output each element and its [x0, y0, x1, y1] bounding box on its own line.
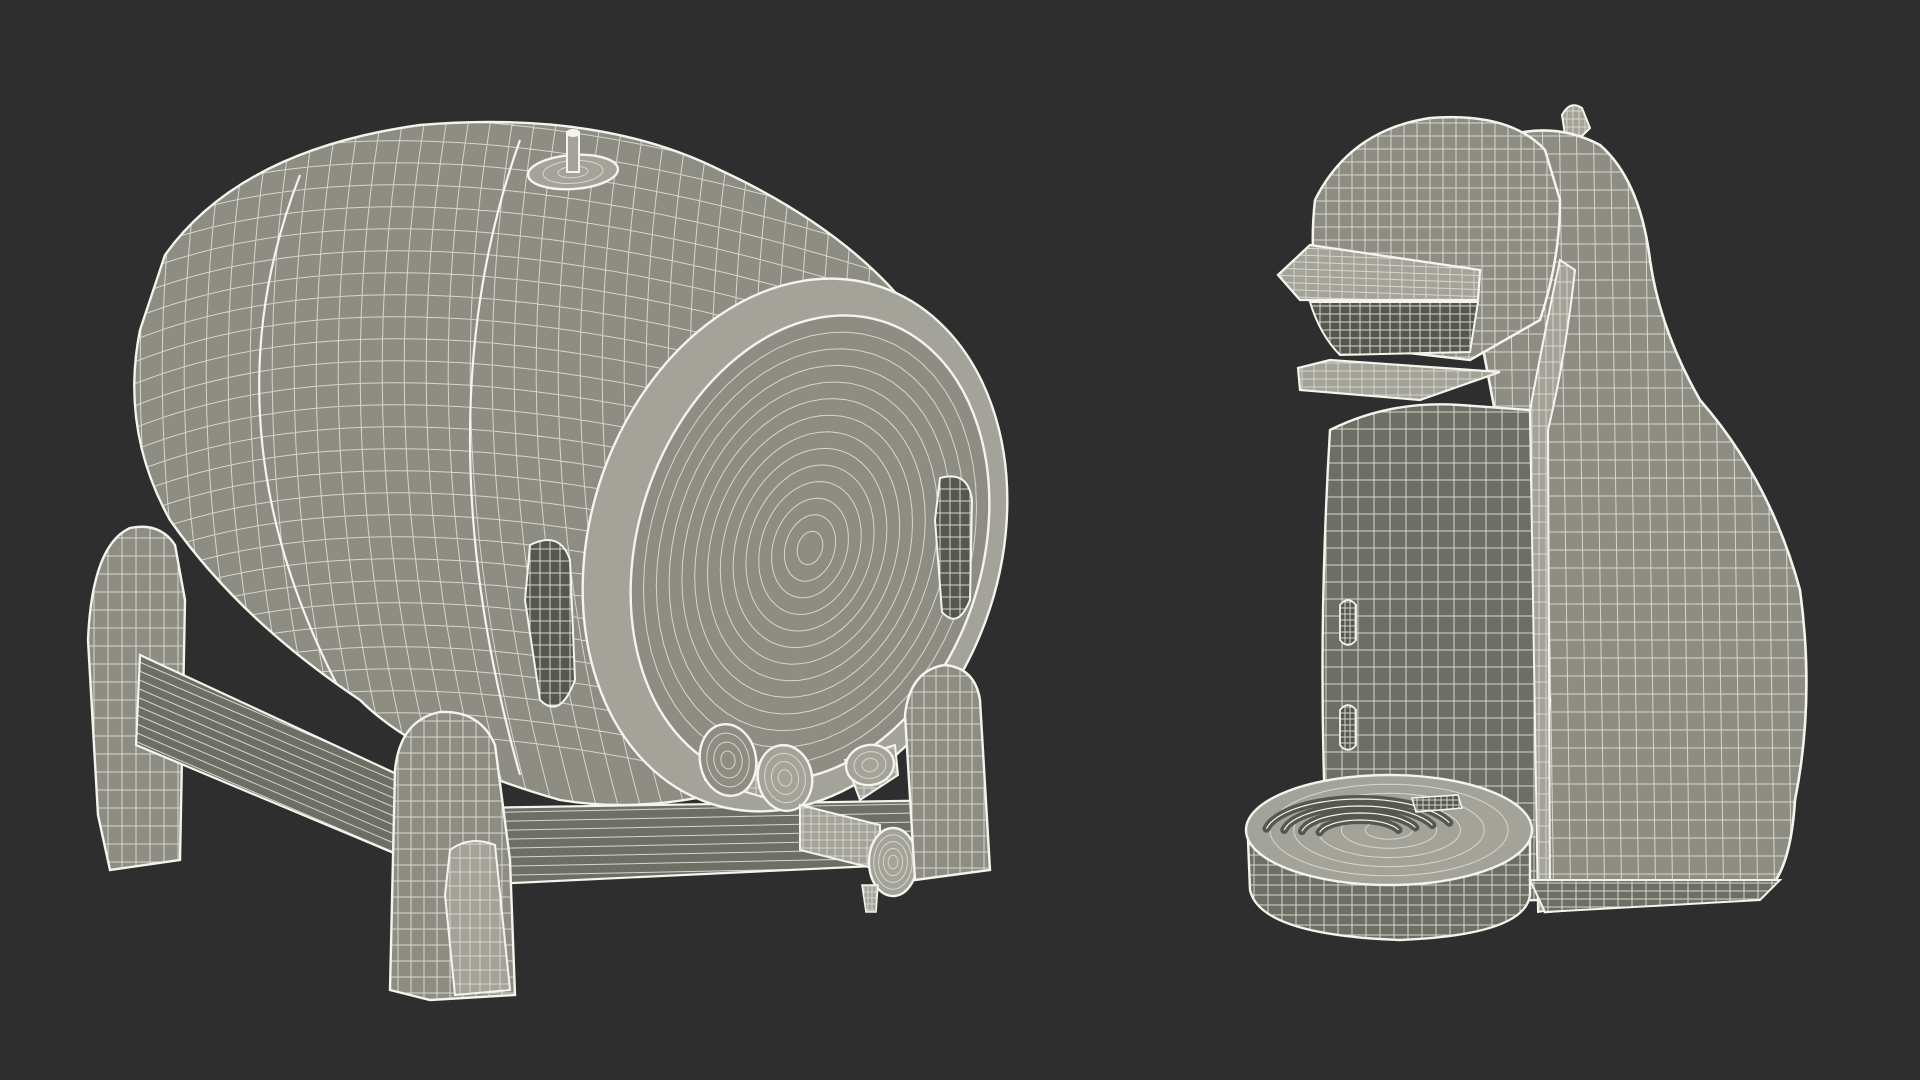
wireframe-scene — [0, 0, 1808, 1002]
coffee-shell-foot — [1528, 879, 1783, 914]
barrel-bung-cap — [566, 129, 580, 137]
render-viewport — [0, 0, 1920, 1080]
stand-front-bracket-right — [903, 663, 992, 882]
coffee-drip-tray — [1244, 773, 1534, 942]
coffee-capsule-holder — [1308, 301, 1480, 357]
barrel-model — [74, 0, 1009, 1002]
spigot-nozzle — [861, 884, 879, 913]
coffee-machine-model — [1244, 104, 1808, 942]
coffee-dispenser-lip — [1296, 358, 1501, 402]
coffee-capsule-holder-surface — [1310, 302, 1478, 355]
barrel-bung-stem — [566, 131, 580, 173]
drip-tray-top — [1244, 773, 1534, 887]
